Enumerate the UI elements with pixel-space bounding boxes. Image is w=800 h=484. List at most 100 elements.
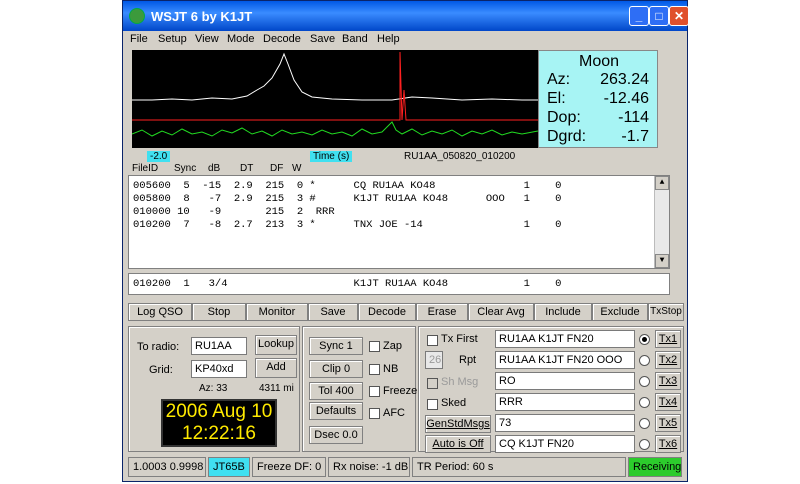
lookup-button[interactable]: Lookup <box>255 335 297 355</box>
moon-az-value: 263.24 <box>600 71 649 88</box>
decoded-line[interactable]: 010000 10 -9 215 2 RRR <box>133 206 335 218</box>
window-title: WSJT 6 by K1JT <box>151 9 253 24</box>
scale-left-value: -2.0 <box>147 151 171 162</box>
tx3-radio[interactable] <box>639 376 650 387</box>
tx1-message-input[interactable]: RU1AA K1JT FN20 <box>495 330 635 348</box>
stop-button[interactable]: Stop <box>192 303 246 321</box>
tx6-radio[interactable] <box>639 439 650 450</box>
nb-label: NB <box>383 363 399 375</box>
decode-button[interactable]: Decode <box>358 303 416 321</box>
tx5-message-input[interactable]: 73 <box>495 414 635 432</box>
moon-dop-value: -114 <box>618 109 649 126</box>
rpt-label: Rpt <box>459 354 477 366</box>
spectrum-display[interactable] <box>131 50 539 148</box>
tx1-button[interactable]: Tx1 <box>655 330 681 348</box>
menu-save[interactable]: Save <box>310 33 335 45</box>
tx2-message-input[interactable]: RU1AA K1JT FN20 OOO <box>495 351 635 369</box>
to-radio-input[interactable]: RU1AA <box>191 337 247 355</box>
auto-off-button[interactable]: Auto is Off <box>425 435 491 453</box>
status-ratio: 1.0003 0.9998 <box>128 457 206 477</box>
header-sync: Sync <box>174 163 197 174</box>
clear-avg-button[interactable]: Clear Avg <box>468 303 534 321</box>
tx3-message-input[interactable]: RO <box>495 372 635 390</box>
status-rx-noise: Rx noise: -1 dB <box>328 457 410 477</box>
status-receiving: Receiving <box>628 457 682 477</box>
decoded-text-area[interactable]: 005600 5 -15 2.9 215 0 * CQ RU1AA KO48 1… <box>128 175 670 269</box>
nb-checkbox[interactable] <box>369 364 380 375</box>
save-button[interactable]: Save <box>308 303 358 321</box>
rpt-input[interactable]: 26 <box>425 351 443 369</box>
afc-checkbox[interactable] <box>369 408 380 419</box>
tol-spinner[interactable]: Tol 400 <box>309 382 363 400</box>
tx3-button[interactable]: Tx3 <box>655 372 681 390</box>
menu-bar: File Setup View Mode Decode Save Band He… <box>123 31 687 49</box>
status-tr-period: TR Period: 60 s <box>412 457 626 477</box>
tx4-radio[interactable] <box>639 397 650 408</box>
decoded-scrollbar[interactable]: ▲ ▼ <box>654 176 669 268</box>
tx-first-checkbox[interactable] <box>427 335 438 346</box>
title-bar[interactable]: WSJT 6 by K1JT _ □ ✕ <box>123 1 689 31</box>
status-freeze-df: Freeze DF: 0 <box>252 457 326 477</box>
moon-title: Moon <box>578 53 620 70</box>
gen-std-msgs-button[interactable]: GenStdMsgs <box>425 415 491 433</box>
sked-checkbox[interactable] <box>427 399 438 410</box>
spectrum-plot <box>131 51 539 137</box>
menu-view[interactable]: View <box>195 33 219 45</box>
moon-dgrd-label: Dgrd: <box>547 128 587 145</box>
tx4-message-input[interactable]: RRR <box>495 393 635 411</box>
utc-clock: 2006 Aug 10 12:22:16 <box>161 399 277 447</box>
freeze-checkbox[interactable] <box>369 386 380 397</box>
scroll-up-icon[interactable]: ▲ <box>655 176 669 190</box>
tx-stop-button[interactable]: TxStop <box>648 303 684 321</box>
tx6-button[interactable]: Tx6 <box>655 435 681 453</box>
defaults-button[interactable]: Defaults <box>309 402 363 420</box>
status-mode: JT65B <box>208 457 250 477</box>
tx6-message-input[interactable]: CQ K1JT FN20 <box>495 435 635 453</box>
maximize-button[interactable]: □ <box>649 6 669 26</box>
clip-spinner[interactable]: Clip 0 <box>309 360 363 378</box>
moon-el-label: El: <box>547 90 566 107</box>
sh-msg-checkbox[interactable] <box>427 378 438 389</box>
scroll-down-icon[interactable]: ▼ <box>655 254 669 268</box>
menu-mode[interactable]: Mode <box>227 33 255 45</box>
include-button[interactable]: Include <box>534 303 592 321</box>
moon-panel: Moon Az: 263.24 El: -12.46 Dop: -114 Dgr… <box>538 50 658 148</box>
exclude-button[interactable]: Exclude <box>592 303 648 321</box>
add-button[interactable]: Add <box>255 358 297 378</box>
close-button[interactable]: ✕ <box>669 6 689 26</box>
dsec-spinner[interactable]: Dsec 0.0 <box>309 426 363 444</box>
erase-button[interactable]: Erase <box>416 303 468 321</box>
tx5-radio[interactable] <box>639 418 650 429</box>
tx1-radio[interactable] <box>639 334 650 345</box>
decoded-line[interactable]: 005600 5 -15 2.9 215 0 * CQ RU1AA KO48 1… <box>133 180 561 192</box>
time-axis-label: Time (s) <box>310 151 353 162</box>
grid-input[interactable]: KP40xd <box>191 360 247 378</box>
tx2-button[interactable]: Tx2 <box>655 351 681 369</box>
minimize-button[interactable]: _ <box>629 6 649 26</box>
sync-spinner[interactable]: Sync 1 <box>309 337 363 355</box>
log-qso-button[interactable]: Log QSO <box>128 303 192 321</box>
menu-help[interactable]: Help <box>377 33 400 45</box>
azimuth-value: Az: 33 <box>199 383 228 394</box>
tx4-button[interactable]: Tx4 <box>655 393 681 411</box>
tx5-button[interactable]: Tx5 <box>655 414 681 432</box>
spectrum-red-trace <box>132 51 538 121</box>
header-df: DF <box>270 163 284 174</box>
tx-panel: Tx First 26 Rpt Sh Msg Sked GenStdMsgs A… <box>418 326 684 453</box>
file-name-label: RU1AA_050820_010200 <box>404 151 516 162</box>
menu-file[interactable]: File <box>130 33 148 45</box>
menu-decode[interactable]: Decode <box>263 33 301 45</box>
zap-checkbox[interactable] <box>369 341 380 352</box>
tx2-radio[interactable] <box>639 355 650 366</box>
decoded-line[interactable]: 005800 8 -7 2.9 215 3 # K1JT RU1AA KO48 … <box>133 193 561 205</box>
menu-band[interactable]: Band <box>342 33 368 45</box>
average-line[interactable]: 010200 1 3/4 K1JT RU1AA KO48 1 0 <box>133 278 561 290</box>
decoded-line[interactable]: 010200 7 -8 2.7 213 3 * TNX JOE -14 1 0 <box>133 219 561 231</box>
monitor-button[interactable]: Monitor <box>246 303 308 321</box>
average-text-area[interactable]: 010200 1 3/4 K1JT RU1AA KO48 1 0 <box>128 273 670 295</box>
menu-setup[interactable]: Setup <box>158 33 187 45</box>
spectrum-green-trace <box>131 121 539 137</box>
moon-dgrd-value: -1.7 <box>621 128 649 145</box>
spectrum-white-trace <box>132 52 538 101</box>
main-button-row: Log QSO Stop Monitor Save Decode Erase C… <box>128 303 684 323</box>
